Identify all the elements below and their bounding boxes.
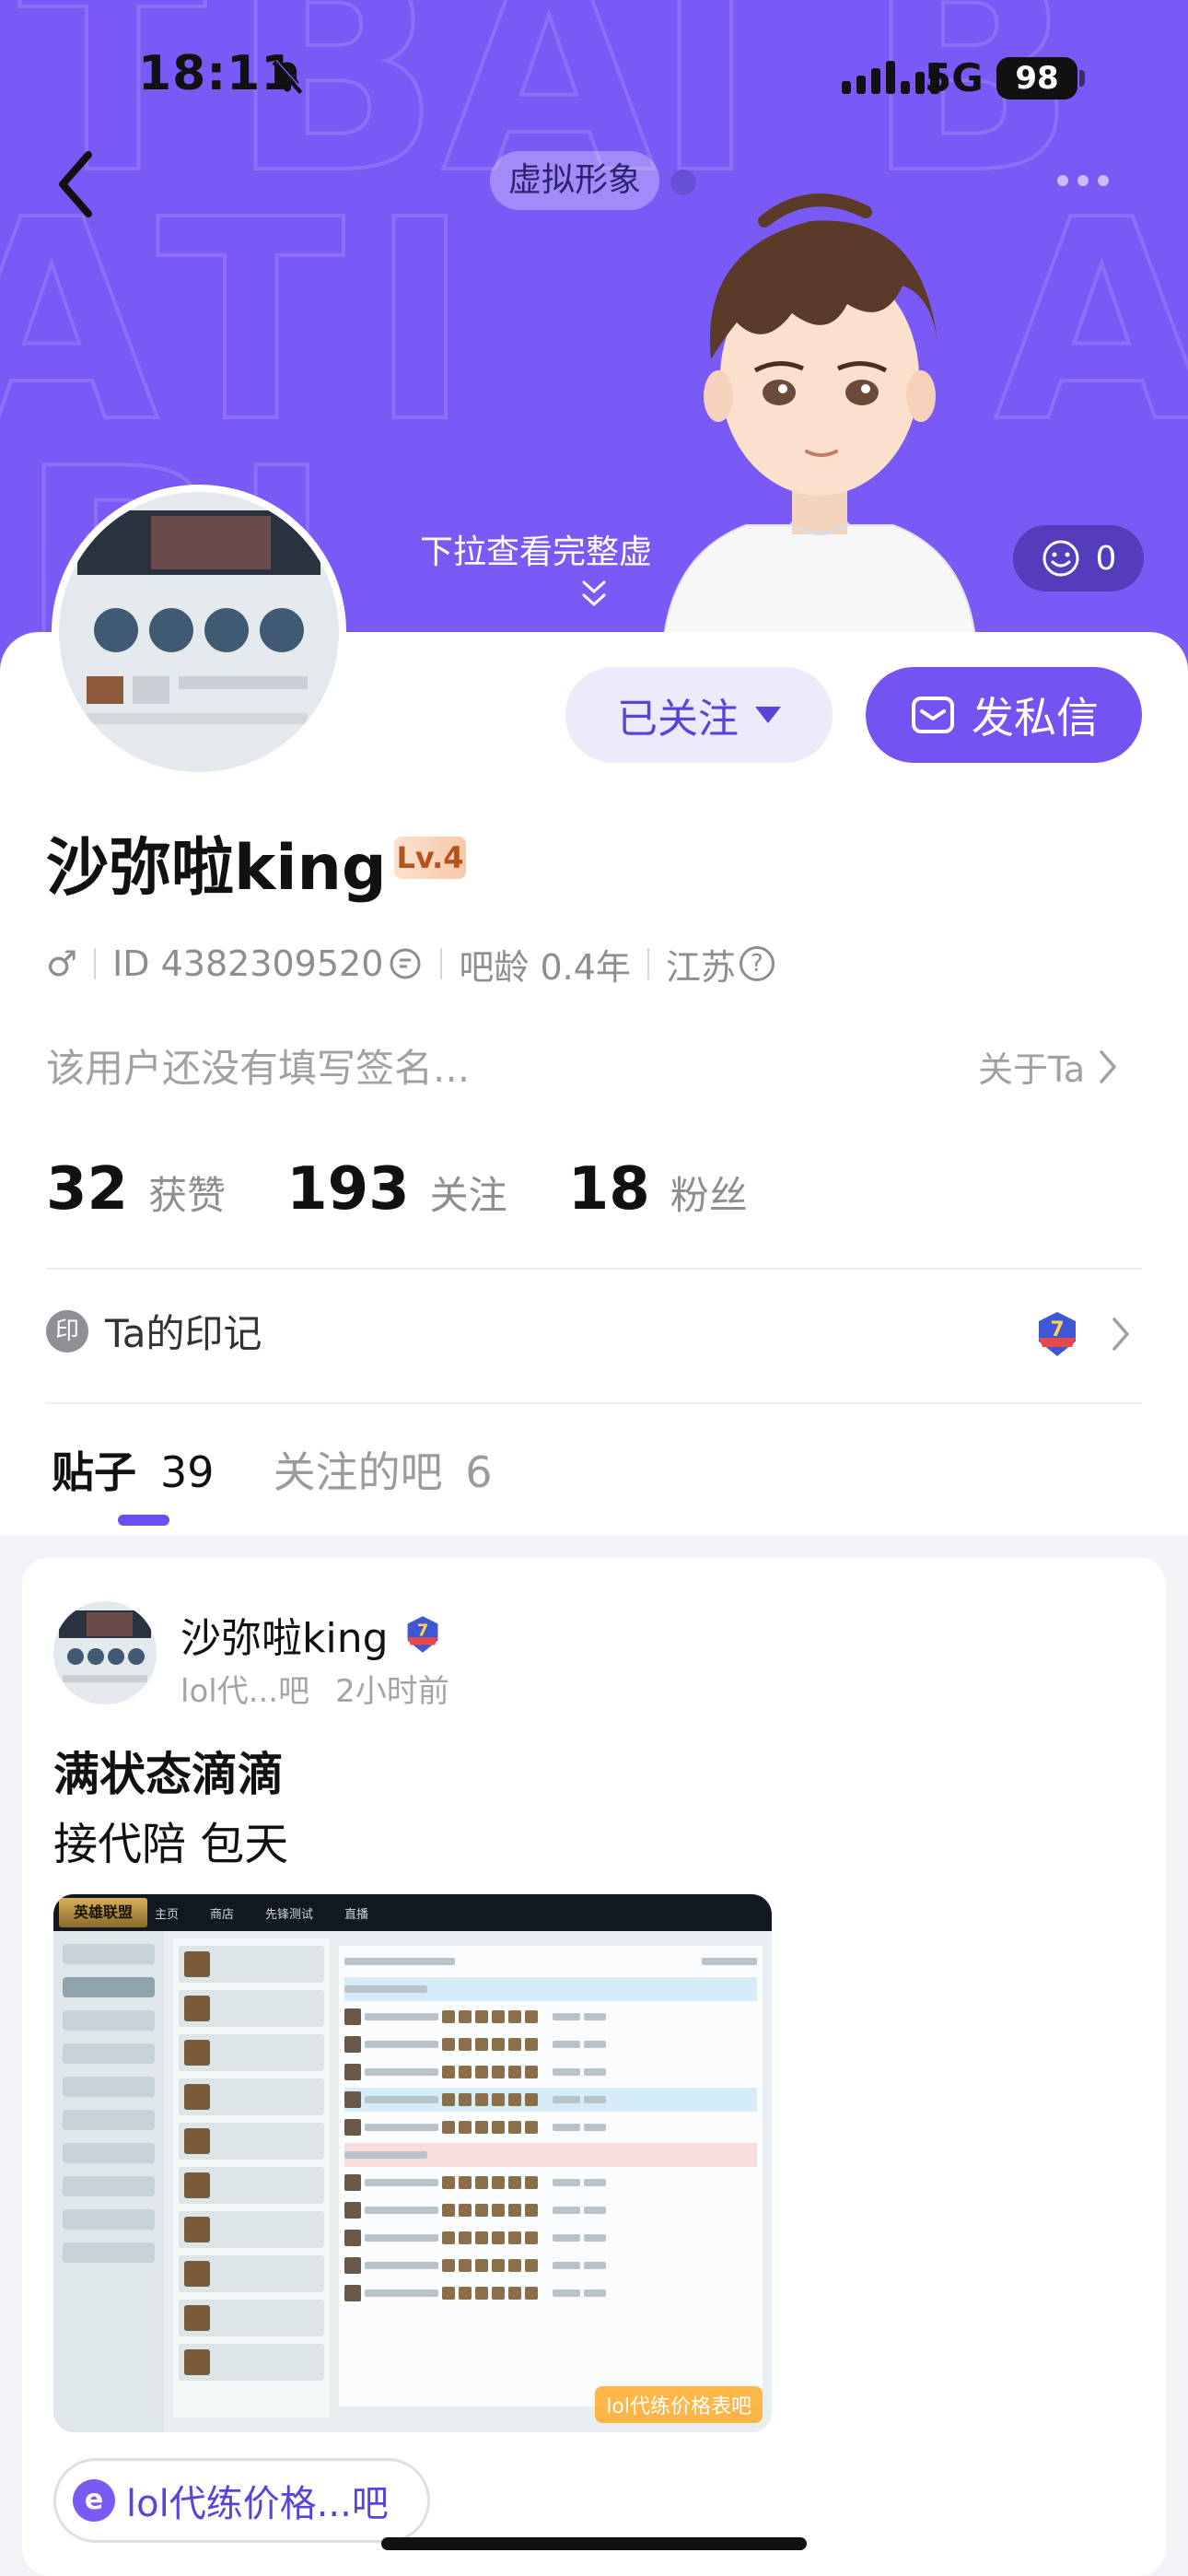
imprint-label: Ta的印记	[105, 1311, 262, 1356]
stat-fans[interactable]: 18 粉丝	[568, 1155, 748, 1224]
svg-text:7: 7	[416, 1622, 428, 1641]
tab-label: 贴子	[52, 1447, 136, 1497]
profile-tabs: 贴子 39 关注的吧 6	[52, 1439, 492, 1500]
virtual-character-illustration	[661, 193, 978, 645]
pull-down-hint: 下拉查看完整虚	[420, 533, 653, 571]
about-label: 关于Ta	[978, 1049, 1086, 1090]
game-history-list	[173, 1938, 330, 2418]
stat-label: 粉丝	[670, 1173, 748, 1218]
post-body: 接代陪 包天	[53, 1819, 289, 1870]
stat-value: 32	[46, 1155, 129, 1224]
more-icon[interactable]	[1057, 175, 1109, 186]
stats-row: 32 获赞 193 关注 18 粉丝	[46, 1155, 809, 1224]
help-icon[interactable]: ?	[739, 946, 775, 981]
meta-separator	[94, 948, 97, 979]
game-nav-item: 先锋测试	[265, 1907, 314, 1922]
level-7-badge-icon: 7	[1039, 1312, 1076, 1356]
active-tab-indicator	[118, 1515, 169, 1526]
dropdown-caret-icon	[755, 707, 781, 723]
smile-icon	[1042, 540, 1079, 577]
tab-count: 39	[160, 1447, 215, 1497]
stat-likes[interactable]: 32 获赞	[46, 1155, 226, 1224]
post-forum[interactable]: lol代...吧	[181, 1666, 309, 1711]
game-client-topbar: 主页 商店 先锋测试 直播	[53, 1894, 772, 1931]
level-badge: Lv.4	[394, 837, 466, 879]
game-nav-item: 主页	[155, 1907, 180, 1922]
about-link[interactable]: 关于Ta	[978, 1041, 1118, 1092]
stat-value: 18	[567, 1155, 650, 1224]
home-indicator[interactable]	[381, 2537, 807, 2550]
game-nav-item: 直播	[344, 1907, 369, 1922]
post-author[interactable]: 沙弥啦king 7	[181, 1605, 444, 1664]
location: 江苏	[665, 946, 736, 988]
avatar-image	[53, 1601, 157, 1704]
post-title: 满状态滴滴	[53, 1748, 284, 1801]
send-message-label: 发私信	[972, 693, 1099, 743]
meta-separator	[646, 948, 649, 979]
post-card[interactable]: 沙弥啦king 7 lol代...吧 2小时前 满状态滴滴 接代陪 包天 主页 …	[22, 1557, 1166, 2576]
post-author-name: 沙弥啦king	[181, 1615, 389, 1662]
status-bar: 18:11 5G 98	[0, 0, 1188, 157]
double-chevron-down-icon	[582, 580, 606, 607]
chevron-right-icon	[1100, 1049, 1116, 1083]
image-watermark: lol代练价格表吧	[595, 2386, 763, 2423]
gender-icon: ♂	[46, 943, 78, 984]
stat-label: 获赞	[148, 1173, 227, 1218]
forum-chip[interactable]: e lol代练价格...吧	[53, 2458, 430, 2543]
chevron-right-icon[interactable]	[1111, 1316, 1131, 1352]
user-id: ID 4382309520	[112, 943, 384, 984]
back-arrow-icon[interactable]	[48, 147, 103, 221]
post-image[interactable]: 主页 商店 先锋测试 直播 英雄联盟 lol代练价格表吧	[53, 1894, 772, 2432]
divider	[46, 1268, 1142, 1270]
imprint-row[interactable]: 印 Ta的印记	[46, 1303, 262, 1359]
game-nav-item: 商店	[210, 1907, 235, 1922]
tab-label: 关注的吧	[273, 1447, 443, 1497]
avatar-image	[59, 492, 339, 772]
tab-count: 6	[465, 1447, 493, 1497]
game-sidebar	[53, 1931, 164, 2432]
copy-icon[interactable]	[387, 945, 424, 982]
divider	[46, 1402, 1142, 1404]
mail-icon	[912, 697, 954, 733]
network-type: 5G	[925, 55, 984, 100]
stat-value: 193	[286, 1155, 410, 1224]
battery-icon: 98	[996, 57, 1077, 100]
level-7-badge-icon: 7	[407, 1616, 437, 1653]
avatar[interactable]	[52, 485, 346, 779]
send-message-button[interactable]: 发私信	[866, 667, 1142, 763]
tab-posts[interactable]: 贴子 39	[52, 1439, 215, 1500]
forum-chip-label: lol代练价格...吧	[126, 2483, 389, 2525]
followed-label: 已关注	[617, 696, 739, 743]
profile-meta: ♂ ID 4382309520 吧龄 0.4年 江苏 ?	[46, 940, 775, 988]
username: 沙弥啦king	[46, 832, 387, 905]
post-time: 2小时前	[335, 1673, 449, 1710]
meta-separator	[440, 948, 443, 979]
reaction-count: 0	[1095, 539, 1117, 578]
tab-followed-forums[interactable]: 关注的吧 6	[274, 1439, 493, 1500]
svg-text:7: 7	[1050, 1318, 1064, 1341]
stat-label: 关注	[429, 1173, 507, 1218]
imprint-icon: 印	[46, 1309, 88, 1352]
stat-following[interactable]: 193 关注	[286, 1155, 507, 1224]
reaction-button[interactable]: 0	[1013, 525, 1144, 591]
battery-tip	[1079, 70, 1085, 87]
forum-age: 吧龄 0.4年	[459, 946, 631, 988]
signature: 该用户还没有填写签名...	[46, 1046, 471, 1091]
bell-muted-icon	[272, 59, 304, 94]
forum-icon: e	[73, 2479, 115, 2522]
post-meta: lol代...吧 2小时前	[181, 1666, 449, 1711]
followed-button[interactable]: 已关注	[565, 667, 833, 763]
game-match-detail	[339, 1946, 763, 2406]
game-logo: 英雄联盟	[59, 1898, 147, 1927]
avatar[interactable]	[53, 1601, 157, 1704]
